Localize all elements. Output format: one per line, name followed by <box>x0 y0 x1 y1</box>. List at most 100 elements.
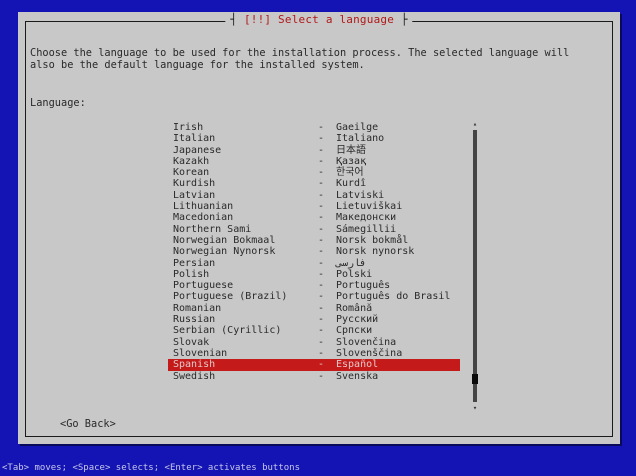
language-separator: - <box>318 234 325 246</box>
language-option[interactable]: Romanian - Română <box>168 303 460 314</box>
language-separator: - <box>318 212 325 224</box>
language-option[interactable]: Portuguese - Português <box>168 280 460 291</box>
language-native-name: Español <box>336 359 379 371</box>
language-native-name: Sámegillii <box>336 223 397 235</box>
language-name: Japanese <box>173 144 222 156</box>
scrollbar-thumb[interactable] <box>472 374 478 384</box>
dialog-description: Choose the language to be used for the i… <box>30 47 570 71</box>
language-option[interactable]: Macedonian - Македонски <box>168 212 460 223</box>
language-native-name: Português do Brasil <box>336 291 451 303</box>
language-separator: - <box>318 347 325 359</box>
language-name: Northern Sami <box>173 223 252 235</box>
language-name: Norwegian Nynorsk <box>173 246 276 258</box>
language-native-name: Norsk nynorsk <box>336 246 415 258</box>
language-option[interactable]: Latvian - Latviski <box>168 190 460 201</box>
language-native-name: Slovenčina <box>336 336 397 348</box>
language-option[interactable]: Kazakh - Қазақ <box>168 156 460 167</box>
language-name: Romanian <box>173 302 222 314</box>
language-option[interactable]: Slovak - Slovenčina <box>168 337 460 348</box>
language-name: Korean <box>173 167 210 179</box>
language-separator: - <box>318 223 325 235</box>
language-separator: - <box>318 257 325 269</box>
language-native-name: Latviski <box>336 189 385 201</box>
language-separator: - <box>318 133 325 145</box>
language-name: Polish <box>173 268 210 280</box>
language-name: Kurdish <box>173 178 216 190</box>
language-separator: - <box>318 370 325 382</box>
status-bar-hint: <Tab> moves; <Space> selects; <Enter> ac… <box>2 463 301 473</box>
language-native-name: Norsk bokmål <box>336 234 409 246</box>
language-list[interactable]: Irish - Gaeilge Italian - Italiano Japanese - 日本… <box>168 122 460 382</box>
dialog-title: ┤ [!!] Select a language ├ <box>225 12 413 28</box>
language-label: Language: <box>30 97 86 109</box>
language-native-name: 한국어 <box>336 167 364 179</box>
language-native-name: فارسی <box>336 257 367 269</box>
language-name: Portuguese <box>173 280 234 292</box>
language-name: Lithuanian <box>173 201 234 213</box>
language-name: Slovenian <box>173 347 228 359</box>
language-separator: - <box>318 189 325 201</box>
language-name: Norwegian Bokmaal <box>173 234 276 246</box>
language-separator: - <box>318 302 325 314</box>
language-dialog: ┤ [!!] Select a language ├ Choose the la… <box>18 12 620 444</box>
language-separator: - <box>318 314 325 326</box>
language-native-name: Gaeilge <box>336 122 379 133</box>
language-native-name: Македонски <box>336 212 397 224</box>
language-name: Russian <box>173 314 216 326</box>
language-separator: - <box>318 178 325 190</box>
go-back-button[interactable]: <Go Back> <box>60 418 116 430</box>
scroll-down-arrow-icon[interactable]: ▾ <box>472 405 478 412</box>
language-native-name: Polski <box>336 268 373 280</box>
language-option[interactable]: Kurdish - Kurdî <box>168 178 460 189</box>
language-name: Irish <box>173 122 204 133</box>
language-option[interactable]: Japanese - 日本語 <box>168 145 460 156</box>
language-native-name: Română <box>336 302 373 314</box>
language-native-name: Slovenščina <box>336 347 403 359</box>
language-option[interactable]: Norwegian Bokmaal - Norsk bokmål <box>168 235 460 246</box>
language-separator: - <box>318 144 325 156</box>
language-separator: - <box>318 155 325 167</box>
language-separator: - <box>318 268 325 280</box>
language-option[interactable]: Russian - Русский <box>168 314 460 325</box>
language-separator: - <box>318 201 325 213</box>
language-option[interactable]: Swedish - Svenska <box>168 371 460 382</box>
scroll-up-arrow-icon[interactable]: ▴ <box>472 121 478 128</box>
language-native-name: Italiano <box>336 133 385 145</box>
language-option[interactable]: Persian - فارسی <box>168 258 460 269</box>
language-native-name: Русский <box>336 314 379 326</box>
language-separator: - <box>318 359 325 371</box>
language-option[interactable]: Korean - 한국어 <box>168 167 460 178</box>
language-name: Kazakh <box>173 155 210 167</box>
language-separator: - <box>318 246 325 258</box>
title-bracket-left: ┤ <box>230 13 238 26</box>
dialog-title-text: [!!] Select a language <box>243 13 395 26</box>
title-bracket-right: ├ <box>400 13 408 26</box>
language-option[interactable]: Irish - Gaeilge <box>168 122 460 133</box>
language-option[interactable]: Slovenian - Slovenščina <box>168 348 460 359</box>
language-option[interactable]: Italian - Italiano <box>168 133 460 144</box>
language-name: Macedonian <box>173 212 234 224</box>
language-option[interactable]: Serbian (Cyrillic) - Српски <box>168 325 460 336</box>
language-option[interactable]: Lithuanian - Lietuviškai <box>168 201 460 212</box>
language-list-scrollbar[interactable]: ▴ ▾ <box>472 121 478 412</box>
language-separator: - <box>318 325 325 337</box>
language-native-name: Қазақ <box>336 155 367 167</box>
language-native-name: Português <box>336 280 391 292</box>
language-name: Slovak <box>173 336 210 348</box>
language-option[interactable]: Northern Sami - Sámegillii <box>168 224 460 235</box>
language-separator: - <box>318 280 325 292</box>
language-name: Latvian <box>173 189 216 201</box>
language-option[interactable]: Spanish - Español <box>168 359 460 371</box>
language-name: Portuguese (Brazil) <box>173 291 288 303</box>
language-name: Spanish <box>173 359 216 371</box>
language-name: Swedish <box>173 370 216 382</box>
language-name: Persian <box>173 257 216 269</box>
language-name: Italian <box>173 133 216 145</box>
language-native-name: Svenska <box>336 370 379 382</box>
language-option[interactable]: Norwegian Nynorsk - Norsk nynorsk <box>168 246 460 257</box>
scrollbar-track[interactable] <box>472 130 478 402</box>
language-option[interactable]: Polish - Polski <box>168 269 460 280</box>
language-separator: - <box>318 122 325 133</box>
language-separator: - <box>318 167 325 179</box>
language-option[interactable]: Portuguese (Brazil) - Português do Brasil <box>168 291 460 302</box>
